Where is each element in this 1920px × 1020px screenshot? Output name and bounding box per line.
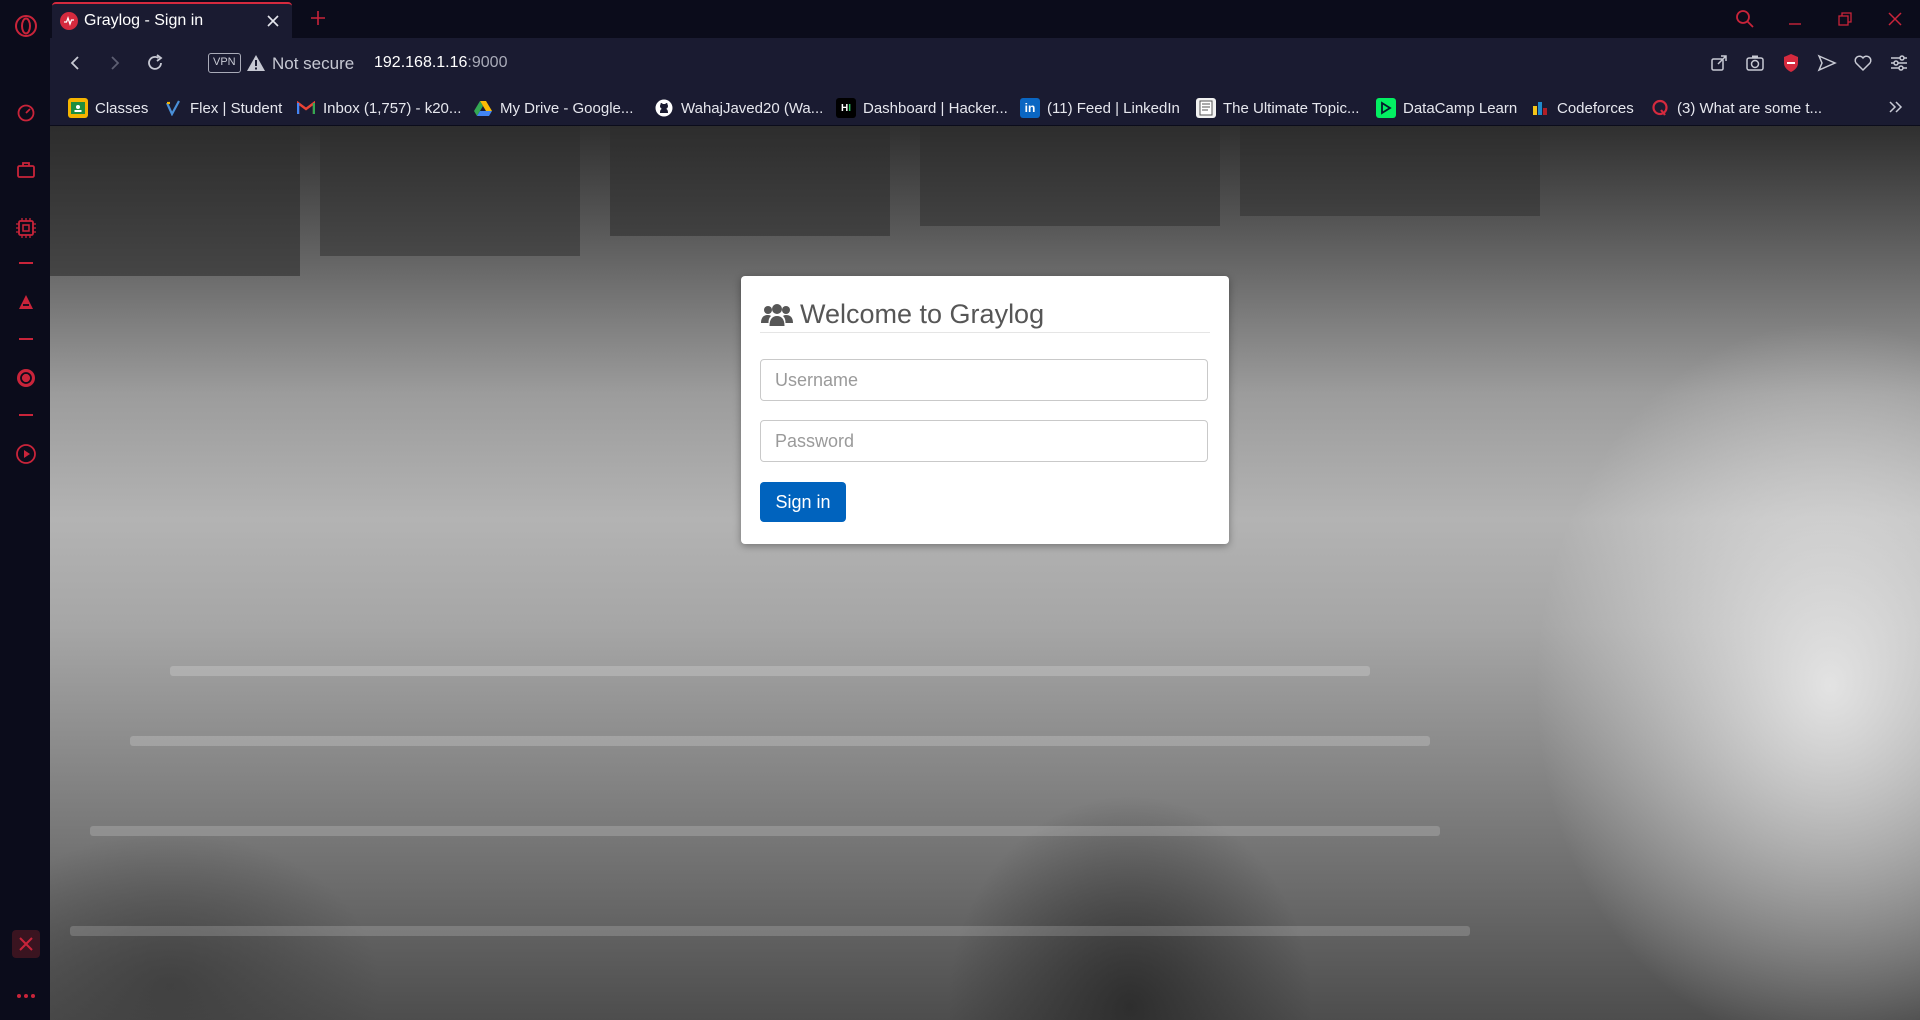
- address-toolbar: VPN Not secure 192.168.1.16:9000: [50, 38, 1920, 88]
- gmail-icon: [296, 98, 316, 118]
- speed-dial-icon[interactable]: [12, 98, 40, 126]
- login-title: Welcome to Graylog: [800, 299, 1045, 329]
- bookmark-label: DataCamp Learn: [1403, 99, 1518, 117]
- bookmark-linkedin[interactable]: in (11) Feed | LinkedIn: [1020, 97, 1180, 119]
- snapshot-icon[interactable]: [1742, 50, 1768, 76]
- background-scene: [320, 126, 580, 256]
- background-scene: [130, 736, 1430, 746]
- warning-icon[interactable]: [246, 53, 266, 73]
- minimize-icon[interactable]: [1770, 0, 1820, 38]
- url-host: 192.168.1.16: [374, 54, 468, 71]
- more-sidebar-icon[interactable]: [12, 982, 40, 1010]
- chip-icon[interactable]: [12, 214, 40, 242]
- bookmark-label: Flex | Student: [190, 99, 283, 117]
- close-window-icon[interactable]: [1870, 0, 1920, 38]
- background-scene: [170, 666, 1370, 676]
- bookmark-hackerrank[interactable]: HI Dashboard | Hacker...: [836, 97, 1008, 119]
- bookmark-label: Classes: [95, 99, 149, 117]
- bookmark-label: (11) Feed | LinkedIn: [1047, 99, 1180, 117]
- toolbar-actions: [1706, 50, 1912, 76]
- bookmark-label: (3) What are some t...: [1677, 99, 1823, 117]
- new-tab-icon[interactable]: [306, 6, 330, 30]
- bookmark-quora[interactable]: (3) What are some t...: [1650, 97, 1822, 119]
- share-icon[interactable]: [1706, 50, 1732, 76]
- sign-in-button[interactable]: Sign in: [760, 482, 846, 522]
- login-header: Welcome to Graylog: [760, 297, 1210, 333]
- bookmark-datacamp[interactable]: DataCamp Learn: [1376, 97, 1517, 119]
- sidebar-separator: [19, 262, 33, 264]
- sidebar-separator: [19, 338, 33, 340]
- restore-icon[interactable]: [1820, 0, 1870, 38]
- bookmark-gmail[interactable]: Inbox (1,757) - k20...: [296, 97, 461, 119]
- linkedin-icon: in: [1020, 98, 1040, 118]
- vpn-badge[interactable]: VPN: [208, 53, 241, 73]
- background-scene: [70, 926, 1470, 936]
- bookmark-label: WahajJaved20 (Wa...: [681, 99, 824, 117]
- background-scene: [610, 126, 890, 236]
- send-icon[interactable]: [1814, 50, 1840, 76]
- reload-icon[interactable]: [142, 50, 168, 76]
- bookmark-flex[interactable]: Flex | Student: [163, 97, 282, 119]
- background-scene: [1240, 126, 1540, 216]
- easy-setup-icon[interactable]: [1886, 50, 1912, 76]
- extensions-icon[interactable]: [12, 930, 40, 958]
- datacamp-icon: [1376, 98, 1396, 118]
- back-icon[interactable]: [62, 50, 88, 76]
- background-scene: [50, 126, 300, 276]
- url-port: :9000: [467, 54, 508, 71]
- github-icon: [654, 98, 674, 118]
- background-scene: [90, 826, 1440, 836]
- background-scene: [920, 126, 1220, 226]
- google-classroom-icon: [68, 98, 88, 118]
- bookmark-label: Inbox (1,757) - k20...: [323, 99, 462, 117]
- page-background: Welcome to Graylog Sign in: [50, 126, 1920, 1020]
- whatsapp-icon[interactable]: [12, 364, 40, 392]
- opera-sidebar: [0, 0, 50, 1020]
- users-icon: [760, 303, 794, 327]
- window-controls: [1720, 0, 1920, 38]
- close-tab-icon[interactable]: [264, 12, 282, 30]
- sidebar-separator: [19, 414, 33, 416]
- username-field[interactable]: [760, 359, 1208, 401]
- aria-icon[interactable]: [12, 288, 40, 316]
- bookmark-ultimate-topic[interactable]: The Ultimate Topic...: [1196, 97, 1359, 119]
- browser-window: Graylog - Sign in VPN Not secure 192.168…: [0, 0, 1920, 1020]
- address-field[interactable]: 192.168.1.16:9000: [374, 54, 507, 72]
- document-icon: [1196, 98, 1216, 118]
- opera-logo-icon[interactable]: [12, 12, 40, 40]
- heart-icon[interactable]: [1850, 50, 1876, 76]
- chevron-double-right-icon[interactable]: [1886, 97, 1906, 117]
- graylog-favicon-icon: [60, 12, 78, 30]
- bookmark-classes[interactable]: Classes: [68, 97, 148, 119]
- login-card: Welcome to Graylog Sign in: [741, 276, 1229, 544]
- quora-icon: [1650, 98, 1670, 118]
- google-drive-icon: [473, 98, 493, 118]
- adblocker-shield-icon[interactable]: [1778, 50, 1804, 76]
- player-icon[interactable]: [12, 440, 40, 468]
- tab-strip: Graylog - Sign in: [50, 0, 1920, 38]
- bookmark-google-drive[interactable]: My Drive - Google...: [473, 97, 633, 119]
- bookmark-label: My Drive - Google...: [500, 99, 634, 117]
- hackerrank-icon: HI: [836, 98, 856, 118]
- tab-title: Graylog - Sign in: [84, 12, 204, 29]
- bookmark-label: Codeforces: [1557, 99, 1634, 117]
- bookmarks-bar: Classes Flex | Student Inbox (1,757) - k…: [50, 88, 1920, 126]
- codeforces-icon: [1530, 98, 1550, 118]
- tab-graylog[interactable]: Graylog - Sign in: [52, 2, 292, 38]
- search-tabs-icon[interactable]: [1720, 0, 1770, 38]
- forward-icon[interactable]: [102, 50, 128, 76]
- workspace-icon[interactable]: [12, 156, 40, 184]
- bookmark-label: The Ultimate Topic...: [1223, 99, 1360, 117]
- security-status[interactable]: Not secure: [272, 54, 354, 74]
- bookmark-codeforces[interactable]: Codeforces: [1530, 97, 1634, 119]
- bookmark-label: Dashboard | Hacker...: [863, 99, 1008, 117]
- password-field[interactable]: [760, 420, 1208, 462]
- bookmark-github[interactable]: WahajJaved20 (Wa...: [654, 97, 823, 119]
- flex-icon: [163, 98, 183, 118]
